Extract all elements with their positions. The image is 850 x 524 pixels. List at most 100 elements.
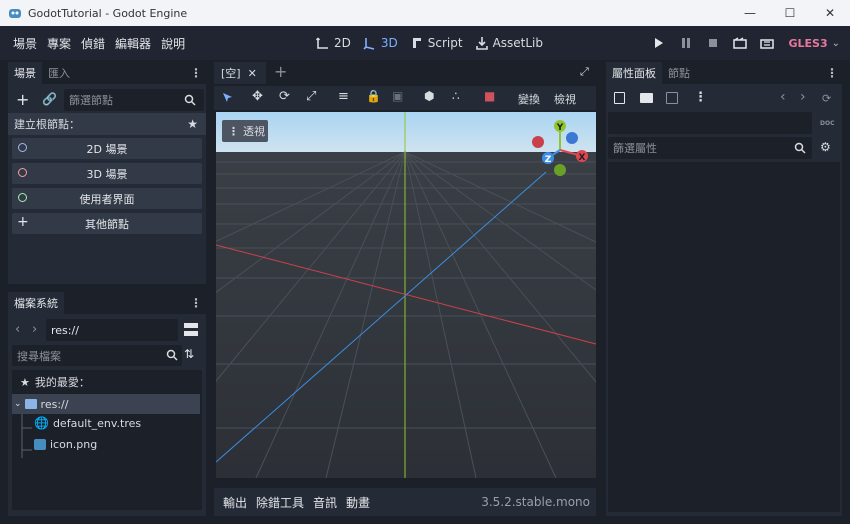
rotate-tool-icon[interactable]: ⟳ xyxy=(279,89,290,104)
tab-filesystem[interactable]: 檔案系統 xyxy=(8,292,64,314)
mode-assetlib-button[interactable]: AssetLib xyxy=(475,36,543,50)
tab-scene[interactable]: 場景 xyxy=(8,62,42,84)
godot-logo-icon xyxy=(9,9,21,18)
tab-import[interactable]: 匯入 xyxy=(42,62,76,84)
favorites-row[interactable]: ★ 我的最愛： xyxy=(20,374,90,390)
pause-icon[interactable] xyxy=(672,38,699,48)
link-icon[interactable]: 🔗 xyxy=(42,92,57,106)
create-ui-label: 使用者界面 xyxy=(79,192,135,206)
chevron-down-icon[interactable]: ⌄ xyxy=(832,38,840,49)
create-ui-button[interactable]: 使用者界面 xyxy=(12,188,202,209)
mode-2d-label: 2D xyxy=(334,36,351,50)
transform-menu[interactable]: 變換 xyxy=(518,91,540,107)
view-gizmo[interactable]: Y X Z xyxy=(528,116,592,180)
menu-editor[interactable]: 編輯器 xyxy=(110,35,156,52)
sort-icon[interactable]: ⇅ xyxy=(184,347,194,361)
scale-tool-icon[interactable]: ⤢ xyxy=(306,89,316,104)
2d-icon xyxy=(316,37,328,49)
forward-icon[interactable]: › xyxy=(32,322,37,337)
tab-node[interactable]: 節點 xyxy=(662,62,696,84)
scene-tab[interactable]: [空] ✕ xyxy=(214,62,266,84)
perspective-label: 透視 xyxy=(243,125,265,138)
new-resource-icon[interactable] xyxy=(614,92,625,104)
output-tab[interactable]: 輸出 xyxy=(223,494,247,511)
move-tool-icon[interactable]: ✥ xyxy=(252,89,263,104)
bottom-panel: 輸出 除錯工具 音訊 動畫 3.5.2.stable.mono xyxy=(214,488,596,516)
audio-tab[interactable]: 音訊 xyxy=(313,494,337,511)
history-forward-icon[interactable]: › xyxy=(800,89,806,105)
create-2d-scene-label: 2D 場景 xyxy=(86,142,128,156)
create-2d-scene-button[interactable]: 2D 場景 xyxy=(12,138,202,159)
scene-tab-label: [空] xyxy=(221,67,241,80)
gizmo-neg-z xyxy=(566,132,578,144)
more-options-icon[interactable]: ⋮ xyxy=(694,90,707,105)
filter-properties-input[interactable]: 篩選屬性 xyxy=(608,137,812,159)
version-label: 3.5.2.stable.mono xyxy=(481,495,590,509)
filesystem-menu-icon[interactable]: ⋮ xyxy=(190,296,202,310)
object-path-field[interactable] xyxy=(608,112,812,134)
doc-icon[interactable]: DOC xyxy=(820,120,834,127)
animation-tab[interactable]: 動畫 xyxy=(346,494,370,511)
path-field[interactable]: res:// xyxy=(46,319,178,341)
tab-inspector[interactable]: 屬性面板 xyxy=(606,62,662,84)
tree-row-env[interactable]: 🌐 default_env.tres xyxy=(34,416,141,430)
select-tool-icon[interactable] xyxy=(222,92,234,104)
search-icon xyxy=(794,142,806,154)
add-tab-icon[interactable]: + xyxy=(274,62,287,81)
group-icon[interactable]: ▣ xyxy=(392,89,403,103)
fullscreen-icon[interactable]: ⤢ xyxy=(580,65,589,79)
filter-nodes-placeholder: 篩選節點 xyxy=(69,94,113,107)
maximize-icon[interactable]: ☐ xyxy=(770,0,810,26)
mode-2d-button[interactable]: 2D xyxy=(316,36,351,50)
back-icon[interactable]: ‹ xyxy=(15,322,20,337)
mode-script-button[interactable]: Script xyxy=(410,36,463,50)
close-icon[interactable]: ✕ xyxy=(810,0,850,26)
tree-row-res-label: res:// xyxy=(40,397,69,411)
perspective-button[interactable]: ⋮ 透視 xyxy=(222,120,268,142)
camera-preview-icon[interactable]: ■ xyxy=(484,89,495,103)
stop-icon[interactable] xyxy=(699,38,726,48)
debugger-tab[interactable]: 除錯工具 xyxy=(256,494,304,511)
play-custom-scene-icon[interactable] xyxy=(753,37,780,49)
save-icon[interactable] xyxy=(666,92,678,104)
view-menu[interactable]: 檢視 xyxy=(554,91,576,107)
search-files-input[interactable]: 搜尋檔案 xyxy=(12,345,182,366)
star-icon[interactable]: ★ xyxy=(187,117,198,131)
local-space-icon[interactable]: ⬢ xyxy=(424,89,434,103)
path-value: res:// xyxy=(51,323,79,337)
tree-row-icon-label: icon.png xyxy=(50,438,98,451)
window-titlebar: GodotTutorial - Godot Engine — ☐ ✕ xyxy=(0,0,850,26)
menu-scene[interactable]: 場景 xyxy=(8,35,42,52)
history-icon[interactable]: ⟳ xyxy=(822,92,831,105)
close-tab-icon[interactable]: ✕ xyxy=(248,67,257,80)
tree-row-icon[interactable]: icon.png xyxy=(34,438,97,451)
lock-icon[interactable]: 🔒 xyxy=(366,89,381,103)
history-back-icon[interactable]: ‹ xyxy=(780,89,786,105)
open-folder-icon[interactable] xyxy=(640,93,653,103)
list-select-icon[interactable]: ≡ xyxy=(338,89,349,104)
minimize-icon[interactable]: — xyxy=(730,0,770,26)
3d-viewport[interactable]: ⋮ 透視 Y X Z xyxy=(216,112,596,478)
inspector-menu-icon[interactable]: ⋮ xyxy=(826,66,838,80)
menu-help[interactable]: 說明 xyxy=(156,35,190,52)
play-scene-icon[interactable] xyxy=(726,37,753,49)
snap-icon[interactable]: ∴ xyxy=(452,89,460,103)
folder-icon xyxy=(24,399,37,409)
search-icon xyxy=(184,94,196,106)
viewport-menu-icon: ⋮ xyxy=(228,124,239,138)
split-view-icon[interactable] xyxy=(184,323,198,336)
mode-3d-label: 3D xyxy=(380,36,398,50)
add-node-icon[interactable]: + xyxy=(16,90,29,109)
mode-3d-button[interactable]: 3D xyxy=(363,36,398,50)
play-icon[interactable] xyxy=(645,38,672,48)
menu-debug[interactable]: 偵錯 xyxy=(76,35,110,52)
scene-dock-menu-icon[interactable]: ⋮ xyxy=(190,66,202,80)
renderer-label[interactable]: GLES3 xyxy=(788,37,827,50)
other-node-button[interactable]: + 其他節點 xyxy=(12,213,202,234)
create-3d-scene-button[interactable]: 3D 場景 xyxy=(12,163,202,184)
filter-nodes-input[interactable]: 篩選節點 xyxy=(64,89,204,111)
chevron-down-icon[interactable]: ⌄ xyxy=(14,399,22,409)
property-settings-icon[interactable]: ⚙ xyxy=(820,140,831,154)
menu-project[interactable]: 專案 xyxy=(42,35,76,52)
main-menubar: 場景 專案 偵錯 編輯器 說明 2D 3D Script AssetLib GL… xyxy=(0,26,850,60)
